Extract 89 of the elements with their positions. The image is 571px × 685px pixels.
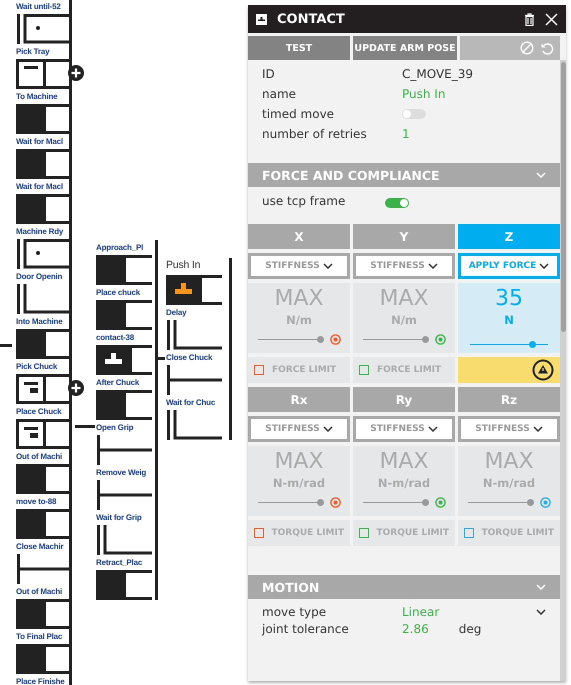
axis-value: MAX [379,287,429,311]
limit-checkbox[interactable] [254,528,264,538]
axis-value: MAX [274,450,324,474]
axis-value: MAX [484,450,534,474]
node-drawing[interactable] [16,149,72,179]
axis-value: MAX [379,450,429,474]
node-drawing[interactable] [96,570,152,600]
property-label: move type [262,605,328,619]
axis-unit: N-m/rad [272,476,326,490]
property-label: joint tolerance [262,622,350,636]
property-value: Push In [402,86,446,103]
node-drawing[interactable] [16,464,72,494]
limit-label: FORCE LIMIT [377,365,442,375]
node-drawing[interactable] [96,480,152,510]
toggle-switch[interactable] [385,198,410,208]
node-drawing[interactable] [16,554,72,584]
limit-label: FORCE LIMIT [272,365,336,375]
limit-checkbox[interactable] [254,365,264,375]
node-drawing[interactable] [166,275,222,305]
node-drawing[interactable] [16,509,72,539]
node-drawing[interactable] [16,374,72,404]
limit-label: TORQUE LIMIT [376,528,449,538]
limit-checkbox[interactable] [464,528,474,538]
property-label: use tcp frame [262,194,346,208]
slider-thumb[interactable] [526,498,534,506]
slider-thumb[interactable] [316,336,324,343]
axis-unit: N/m [391,313,417,327]
node-drawing[interactable] [16,194,72,224]
slider-thumb[interactable] [316,498,324,506]
limit-label: TORQUE LIMIT [272,528,344,538]
axis-value: MAX [274,287,324,311]
node-drawing[interactable] [16,284,72,314]
action-button[interactable]: TEST [248,36,350,60]
node-drawing[interactable] [16,104,72,134]
node-drawing[interactable] [96,525,152,555]
node-drawing[interactable] [96,255,152,285]
property-label: timed move [262,106,336,123]
node-drawing[interactable] [166,410,222,440]
axis-unit: N-m/rad [482,476,536,490]
section-title: FORCE AND COMPLIANCE [262,168,440,182]
unit-label: deg [458,622,482,636]
property-label: number of retries [262,126,368,143]
node-drawing[interactable] [96,345,152,375]
trash-icon[interactable] [524,12,535,26]
property-value: C_MOVE_39 [402,66,474,83]
target-icon[interactable] [330,334,340,345]
node-drawing[interactable] [16,14,72,44]
node-drawing[interactable] [16,59,72,89]
caret-icon[interactable] [322,426,333,432]
node-drawing[interactable] [16,239,72,269]
contact-icon [256,14,267,24]
slider-thumb[interactable] [422,498,429,506]
target-icon[interactable] [330,497,340,508]
property-label: ID [262,66,276,83]
caret-icon[interactable] [428,263,438,269]
node-drawing[interactable] [16,599,72,629]
caret-icon[interactable] [539,263,550,269]
node-drawing[interactable] [16,329,72,359]
node-drawing[interactable] [166,365,222,395]
axis-unit: N/m [286,313,312,327]
caret-icon[interactable] [536,609,546,615]
panel-title: CONTACT [277,12,346,26]
action-button[interactable]: UPDATE ARM POSE [353,36,457,60]
property-value: 1 [402,126,411,143]
caret-icon[interactable] [532,426,543,432]
connector-line [75,425,95,428]
axis-unit: N [504,313,514,327]
node-drawing[interactable] [96,435,152,465]
section-title: MOTION [262,580,320,594]
limit-label: TORQUE LIMIT [482,528,554,538]
caret-icon[interactable] [322,263,333,269]
slider-thumb[interactable] [422,336,429,343]
slider-thumb[interactable] [528,340,536,348]
warning-icon[interactable] [532,359,554,381]
node-drawing[interactable] [96,390,152,420]
node-drawing[interactable] [96,300,152,330]
add-icon[interactable] [68,380,84,396]
property-label: name [262,86,298,103]
toggle-switch[interactable] [402,109,426,119]
axis-value: 35 [495,287,523,311]
axis-unit: N-m/rad [378,476,430,490]
caret-icon[interactable] [428,426,438,432]
limit-checkbox[interactable] [359,528,368,538]
node-drawing[interactable] [16,419,72,449]
add-icon[interactable] [68,65,84,81]
close-icon[interactable] [545,12,558,26]
limit-checkbox[interactable] [359,365,369,375]
node-drawing[interactable] [166,320,222,350]
node-drawing[interactable] [16,644,72,674]
